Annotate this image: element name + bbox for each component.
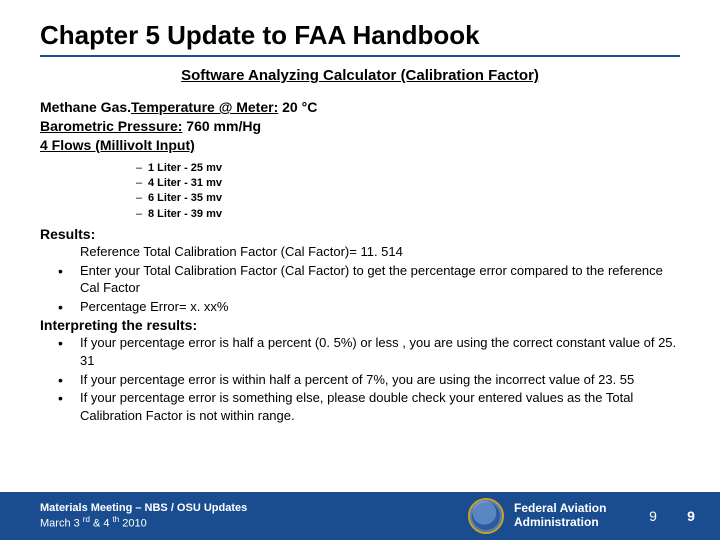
meeting-title: Materials Meeting – NBS / OSU Updates	[40, 501, 462, 515]
page-title: Chapter 5 Update to FAA Handbook	[40, 20, 680, 57]
interpret-heading: Interpreting the results:	[40, 317, 680, 333]
interpret-item: If your percentage error is something el…	[50, 389, 680, 424]
flow-item: 6 Liter - 35 mv	[148, 192, 222, 204]
intro-flows-label: 4 Flows (Millivolt Input)	[40, 136, 680, 155]
footer-bar: Materials Meeting – NBS / OSU Updates Ma…	[0, 492, 720, 540]
footer-left: Materials Meeting – NBS / OSU Updates Ma…	[0, 501, 462, 531]
meeting-date: March 3 rd & 4 th 2010	[40, 515, 462, 531]
results-list: Reference Total Calibration Factor (Cal …	[40, 243, 680, 315]
intro-press-value: 760 mm/Hg	[182, 118, 261, 134]
intro-gas: Methane Gas.	[40, 99, 131, 115]
flows-list: –1 Liter - 25 mv –4 Liter - 31 mv –6 Lit…	[40, 161, 680, 223]
faa-label: Federal Aviation Administration	[514, 502, 634, 530]
interpret-item: If your percentage error is within half …	[50, 371, 680, 389]
faa-seal-icon	[468, 498, 504, 534]
result-item: Enter your Total Calibration Factor (Cal…	[50, 262, 680, 297]
results-heading: Results:	[40, 226, 680, 242]
page-number: 9	[634, 508, 672, 524]
flow-item: 4 Liter - 31 mv	[148, 177, 222, 189]
page-number-bold: 9	[672, 508, 710, 524]
interpret-item: If your percentage error is half a perce…	[50, 334, 680, 369]
intro-press-label: Barometric Pressure:	[40, 118, 182, 134]
flow-item: 8 Liter - 39 mv	[148, 208, 222, 220]
subtitle: Software Analyzing Calculator (Calibrati…	[40, 67, 680, 84]
result-item: Percentage Error= x. xx%	[50, 298, 680, 316]
intro-temp-label: Temperature @ Meter:	[131, 99, 278, 115]
intro-temp-value: 20 °C	[278, 99, 317, 115]
intro-block: Methane Gas.Temperature @ Meter: 20 °C B…	[40, 98, 680, 155]
result-item: Reference Total Calibration Factor (Cal …	[50, 243, 680, 261]
flow-item: 1 Liter - 25 mv	[148, 162, 222, 174]
interpret-list: If your percentage error is half a perce…	[40, 334, 680, 424]
